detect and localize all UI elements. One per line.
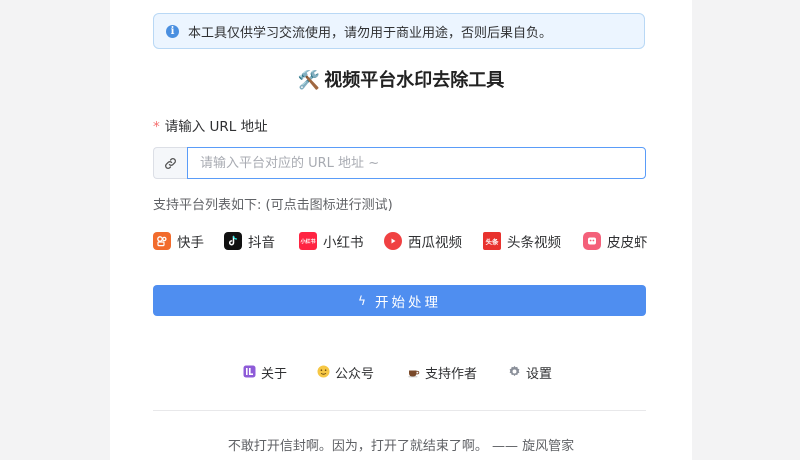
platform-label: 小红书 [323, 235, 364, 251]
platform-label: 抖音 [248, 235, 275, 251]
url-field-label-text: 请输入 URL 地址 [164, 119, 268, 135]
footer-quote: 不敢打开信封啊。因为，打开了就结束了啊。 —— 旋风管家 [227, 439, 575, 454]
start-button-label: 开始处理 [374, 294, 441, 311]
tools-icon: 🛠️ [297, 70, 321, 91]
platform-douyin[interactable]: 抖音 [224, 231, 275, 251]
platform-pipixia[interactable]: 皮皮虾 [583, 231, 648, 251]
main-panel: i 本工具仅供学习交流使用，请勿用于商业用途，否则后果自负。 🛠️ 视频平台水印去… [110, 0, 692, 460]
page-title: 🛠️ 视频平台水印去除工具 [110, 66, 692, 92]
platform-xiaohongshu[interactable]: 小红书 小红书 [299, 231, 364, 251]
platform-list: 快手 抖音 小红书 小红书 西瓜视频 头条 头条视频 皮皮虾 [153, 231, 653, 253]
platform-toutiao[interactable]: 头条 头条视频 [483, 231, 561, 251]
settings-label: 设置 [526, 367, 553, 382]
support-platforms-text: 支持平台列表如下: (可点击图标进行测试) [153, 198, 393, 213]
url-input[interactable] [187, 147, 646, 179]
pipixia-icon [583, 232, 601, 250]
xiaohongshu-icon: 小红书 [299, 232, 317, 250]
url-input-group [153, 147, 646, 179]
gear-icon [508, 365, 521, 381]
douyin-icon [224, 232, 242, 250]
info-icon: i [166, 24, 179, 38]
wechat-account-link[interactable]: 公众号 [317, 363, 374, 382]
xigua-icon [384, 232, 402, 250]
platform-kuaishou[interactable]: 快手 [153, 231, 204, 251]
page-title-text: 视频平台水印去除工具 [324, 70, 505, 91]
bolt-icon: ϟ [358, 293, 366, 308]
coffee-icon [407, 365, 420, 381]
support-author-label: 支持作者 [425, 367, 478, 382]
platform-label: 西瓜视频 [408, 235, 462, 251]
notice-alert: i 本工具仅供学习交流使用，请勿用于商业用途，否则后果自负。 [153, 13, 645, 49]
about-label: 关于 [261, 367, 288, 382]
platform-label: 快手 [177, 235, 204, 251]
about-link[interactable]: 关于 [243, 363, 287, 382]
footer-divider [153, 410, 646, 411]
notice-text: 本工具仅供学习交流使用，请勿用于商业用途，否则后果自负。 [188, 25, 553, 41]
toutiao-icon: 头条 [483, 232, 501, 250]
platform-label: 皮皮虾 [607, 235, 648, 251]
required-mark: * [153, 119, 160, 135]
about-icon [243, 365, 256, 381]
url-field-label: * 请输入 URL 地址 [153, 115, 268, 135]
platform-label: 头条视频 [507, 235, 561, 251]
support-author-link[interactable]: 支持作者 [407, 363, 477, 382]
footer-links: 关于 公众号 支持作者 设置 [243, 363, 563, 383]
wechat-account-label: 公众号 [335, 367, 375, 382]
kuaishou-icon [153, 232, 171, 250]
platform-xigua[interactable]: 西瓜视频 [384, 231, 462, 251]
link-icon [153, 147, 187, 179]
wechat-emoji-icon [317, 365, 330, 381]
settings-link[interactable]: 设置 [508, 363, 552, 382]
start-processing-button[interactable]: ϟ 开始处理 [153, 285, 646, 316]
